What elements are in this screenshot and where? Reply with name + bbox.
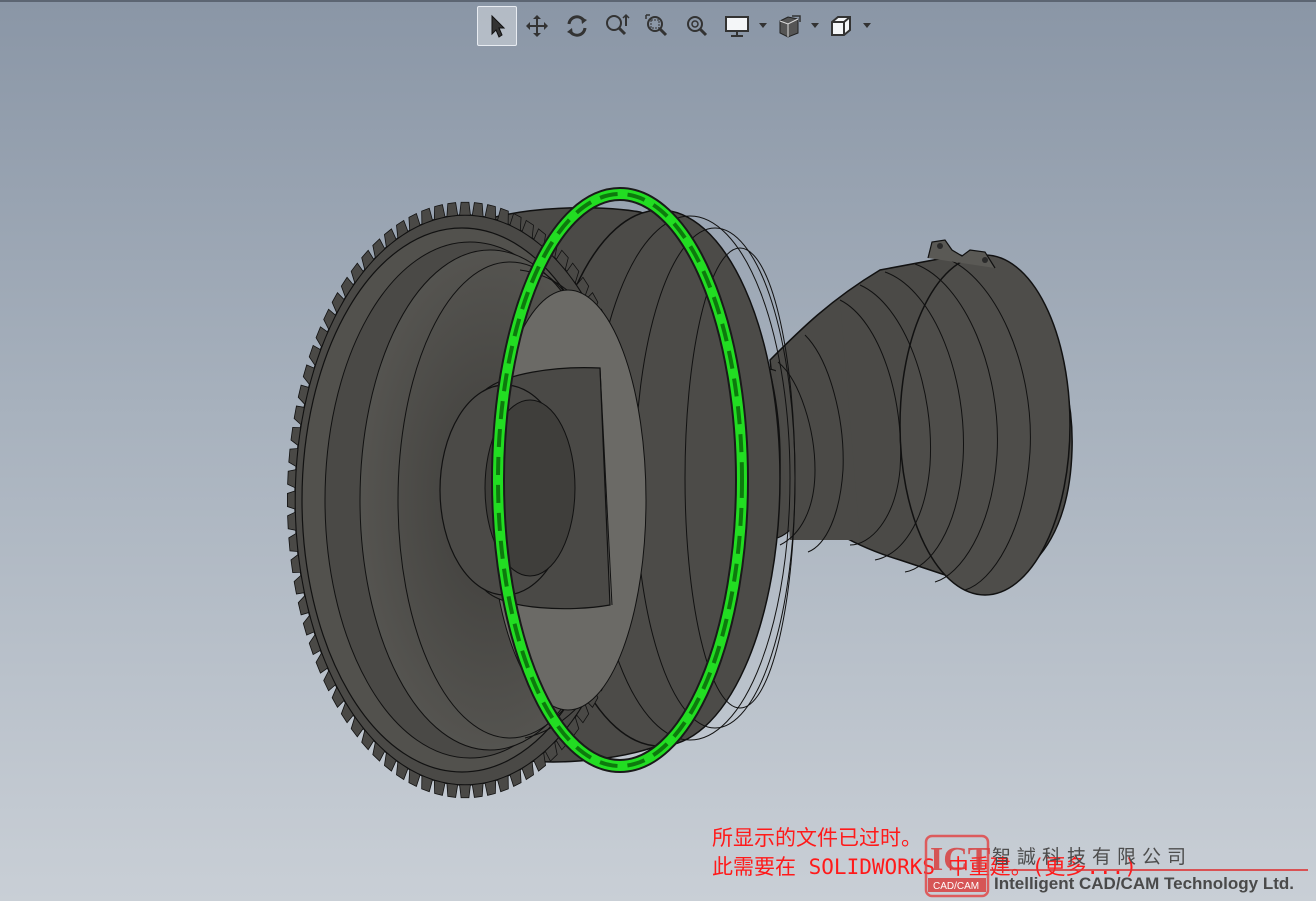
- gear-tooth: [288, 448, 299, 468]
- zoom-in-out-icon: [687, 16, 708, 37]
- gear-tooth: [459, 784, 471, 799]
- gear-tooth: [484, 779, 497, 796]
- gear-tooth: [446, 202, 459, 218]
- rotate-icon: [567, 15, 587, 37]
- zoom-to-fit-icon: [606, 13, 630, 36]
- outdated-file-message[interactable]: 所显示的文件已过时。 此需要在 SOLIDWORKS 中重建。(更多...): [712, 824, 1137, 882]
- hide-show-items-icon: [779, 15, 801, 38]
- gear-tooth: [433, 779, 446, 796]
- view-orientation-dropdown[interactable]: [861, 6, 873, 46]
- message-line-1: 所显示的文件已过时。: [712, 826, 922, 850]
- zoom-to-area-button[interactable]: [637, 6, 677, 46]
- gear-tooth: [471, 782, 484, 798]
- chevron-down-icon: [759, 23, 767, 28]
- chevron-down-icon: [863, 23, 871, 28]
- display-style-dropdown[interactable]: [757, 6, 769, 46]
- gear-tooth: [459, 201, 471, 216]
- gear-tooth: [288, 532, 299, 552]
- gear-tooth: [484, 204, 497, 221]
- gear-tooth: [433, 204, 446, 221]
- engine-assembly-model[interactable]: [0, 0, 1316, 901]
- view-orientation-icon: [831, 16, 851, 36]
- chevron-down-icon: [811, 23, 819, 28]
- gear-tooth: [287, 511, 297, 531]
- select-button[interactable]: [477, 6, 517, 46]
- pan-icon: [526, 15, 548, 37]
- graphics-area[interactable]: 所显示的文件已过时。 此需要在 SOLIDWORKS 中重建。(更多...) I…: [0, 0, 1316, 901]
- gear-tooth: [471, 202, 484, 218]
- hide-show-items-button[interactable]: [769, 6, 809, 46]
- zoom-in-out-button[interactable]: [677, 6, 717, 46]
- pan-button[interactable]: [517, 6, 557, 46]
- zoom-to-fit-button[interactable]: [597, 6, 637, 46]
- gear-tooth: [446, 782, 459, 798]
- message-line-2[interactable]: 此需要在 SOLIDWORKS 中重建。(更多...): [712, 853, 1137, 882]
- select-arrow-icon: [491, 14, 506, 38]
- gear-tooth: [287, 469, 297, 489]
- hide-show-dropdown[interactable]: [809, 6, 821, 46]
- heads-up-view-toolbar: [477, 5, 873, 47]
- zoom-to-area-icon: [645, 14, 668, 37]
- gear-tooth: [286, 490, 296, 510]
- rotate-button[interactable]: [557, 6, 597, 46]
- display-style-button[interactable]: [717, 6, 757, 46]
- display-style-icon: [725, 16, 749, 37]
- view-orientation-button[interactable]: [821, 6, 861, 46]
